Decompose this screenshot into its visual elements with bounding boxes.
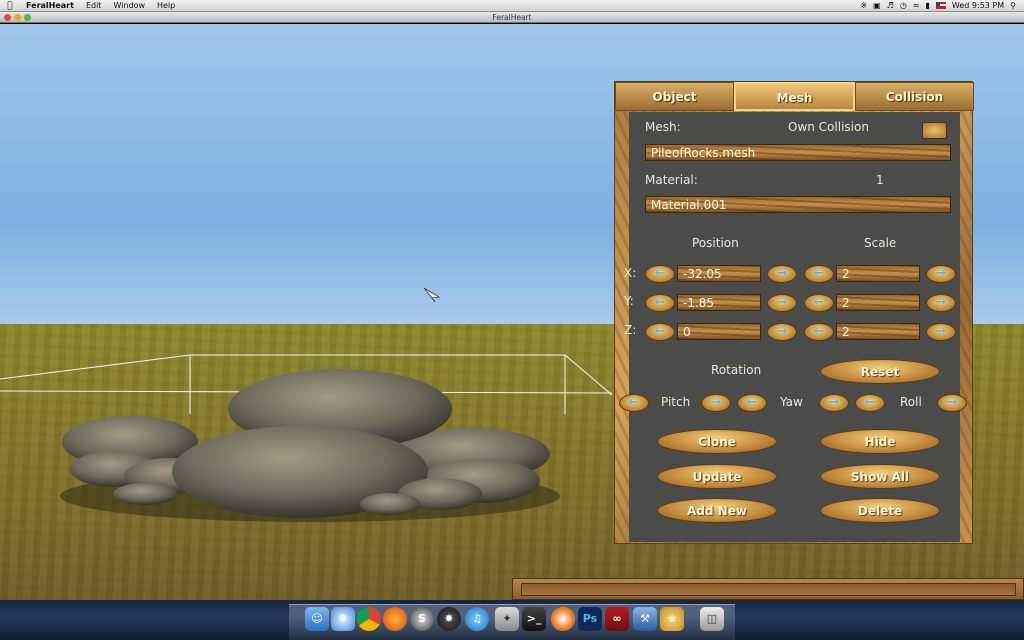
app-icon[interactable]: ✦ <box>495 607 519 631</box>
menu-extras: ※ ▣ ♬ ◷ ≈ ▮ Wed 9:53 PM ⚲ <box>860 0 1024 12</box>
us-flag-icon[interactable] <box>935 2 946 9</box>
scale-z-field[interactable]: 2 <box>836 323 920 340</box>
feralheart-icon[interactable]: ★ <box>660 607 684 631</box>
reset-rotation-button[interactable]: Reset <box>820 359 940 384</box>
pitch-increase-button[interactable]: → <box>701 394 731 412</box>
menu-clock[interactable]: Wed 9:53 PM <box>952 0 1004 12</box>
scale-y-decrease-button[interactable]: ← <box>804 294 834 312</box>
own-collision-toggle[interactable] <box>922 122 947 139</box>
photoshop-icon[interactable]: Ps <box>578 607 602 631</box>
window-title: FeralHeart <box>492 13 532 22</box>
mesh-label: Mesh: <box>645 120 681 134</box>
blender-icon[interactable] <box>551 607 575 631</box>
bluetooth-icon[interactable]: ※ <box>860 0 867 12</box>
position-heading: Position <box>692 236 739 250</box>
finder-icon[interactable]: ☺ <box>305 607 329 631</box>
position-x-field[interactable]: -32.05 <box>677 265 761 282</box>
trash-icon[interactable]: ◫ <box>700 607 724 631</box>
axis-y-label: Y: <box>624 294 634 308</box>
position-x-increase-button[interactable]: → <box>767 265 797 283</box>
scale-heading: Scale <box>864 236 897 250</box>
mesh-name-field[interactable]: PileofRocks.mesh <box>645 144 951 161</box>
roll-label: Roll <box>900 395 922 409</box>
scale-x-increase-button[interactable]: → <box>926 265 956 283</box>
minimize-window-button[interactable] <box>14 14 21 21</box>
roll-increase-button[interactable]: → <box>937 394 967 412</box>
material-name-field[interactable]: Material.001 <box>645 196 951 213</box>
axis-x-label: X: <box>624 266 637 280</box>
scale-z-increase-button[interactable]: → <box>926 323 956 341</box>
scale-x-field[interactable]: 2 <box>836 265 920 282</box>
menu-app-name[interactable]: FeralHeart <box>20 0 80 12</box>
pitch-decrease-button[interactable]: ← <box>619 394 649 412</box>
add-new-button[interactable]: Add New <box>657 498 777 523</box>
show-all-button[interactable]: Show All <box>820 464 940 489</box>
terminal-icon[interactable]: >_ <box>522 607 546 631</box>
unity-icon[interactable]: ✸ <box>437 607 461 631</box>
rotation-heading: Rotation <box>711 363 762 377</box>
menu-help[interactable]: Help <box>151 0 181 12</box>
itunes-icon[interactable]: ♫ <box>465 607 489 631</box>
scale-x-decrease-button[interactable]: ← <box>804 265 834 283</box>
clone-button[interactable]: Clone <box>657 429 777 454</box>
delete-button[interactable]: Delete <box>820 498 940 523</box>
yaw-decrease-button[interactable]: ← <box>737 394 767 412</box>
scale-y-field[interactable]: 2 <box>836 294 920 311</box>
window-controls <box>4 14 31 21</box>
wifi-icon[interactable]: ≈ <box>913 0 920 12</box>
volume-icon[interactable]: ♬ <box>887 0 894 12</box>
time-machine-icon[interactable]: ◷ <box>900 0 907 12</box>
material-index: 1 <box>876 173 884 187</box>
mouse-cursor-icon <box>424 288 440 302</box>
close-window-button[interactable] <box>4 14 11 21</box>
tab-mesh[interactable]: Mesh <box>734 82 855 111</box>
apple-icon[interactable]:  <box>0 0 20 12</box>
yaw-label: Yaw <box>780 395 803 409</box>
display-icon[interactable]: ▣ <box>873 0 881 12</box>
position-z-field[interactable]: 0 <box>677 323 761 340</box>
position-y-field[interactable]: -1.85 <box>677 294 761 311</box>
menu-window[interactable]: Window <box>107 0 151 12</box>
chrome-icon[interactable] <box>357 607 381 631</box>
roll-decrease-button[interactable]: ← <box>855 394 885 412</box>
menu-bar:  FeralHeart Edit Window Help ※ ▣ ♬ ◷ ≈ … <box>0 0 1024 12</box>
yaw-increase-button[interactable]: → <box>819 394 849 412</box>
position-z-increase-button[interactable]: → <box>767 323 797 341</box>
pitch-label: Pitch <box>661 395 691 409</box>
zoom-window-button[interactable] <box>24 14 31 21</box>
scale-y-increase-button[interactable]: → <box>926 294 956 312</box>
spotlight-icon[interactable]: ⚲ <box>1010 0 1016 12</box>
material-label: Material: <box>645 173 698 187</box>
axis-z-label: Z: <box>624 323 637 337</box>
position-z-decrease-button[interactable]: ← <box>645 323 675 341</box>
safari-icon[interactable]: ❋ <box>331 607 355 631</box>
update-button[interactable]: Update <box>657 464 777 489</box>
chat-bar <box>512 578 1024 600</box>
acrobat-icon[interactable]: ∞ <box>605 607 629 631</box>
editor-tabs: Object Mesh Collision <box>615 82 974 111</box>
own-collision-label: Own Collision <box>788 120 869 134</box>
position-y-increase-button[interactable]: → <box>767 294 797 312</box>
position-x-decrease-button[interactable]: ← <box>645 265 675 283</box>
tab-object[interactable]: Object <box>615 82 734 111</box>
firefox-icon[interactable] <box>383 607 407 631</box>
steam-icon[interactable]: S <box>410 607 434 631</box>
hide-button[interactable]: Hide <box>820 429 940 454</box>
tab-collision[interactable]: Collision <box>855 82 974 111</box>
scale-z-decrease-button[interactable]: ← <box>804 323 834 341</box>
window-title-bar: FeralHeart <box>0 12 1024 23</box>
xcode-icon[interactable]: ⚒ <box>633 607 657 631</box>
menu-edit[interactable]: Edit <box>80 0 108 12</box>
chat-input[interactable] <box>521 583 1016 596</box>
battery-icon[interactable]: ▮ <box>926 0 930 12</box>
position-y-decrease-button[interactable]: ← <box>645 294 675 312</box>
